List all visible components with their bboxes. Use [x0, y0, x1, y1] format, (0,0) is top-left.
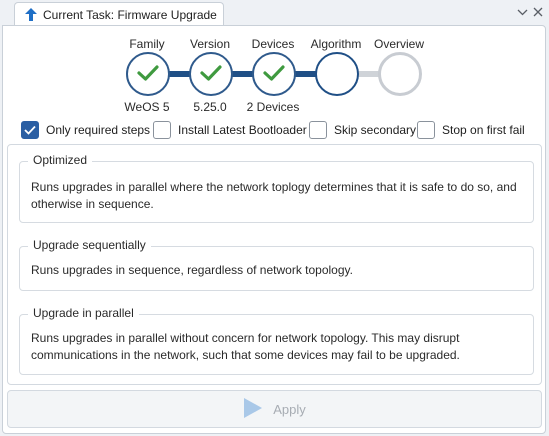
checkbox-label: Only required steps	[46, 123, 151, 137]
option-title: Upgrade in parallel	[28, 306, 139, 320]
checkbox-label: Install Latest Bootloader	[178, 123, 307, 137]
step-devices[interactable]	[252, 52, 296, 96]
option-description: Runs upgrades in parallel where the netw…	[31, 180, 517, 211]
algorithm-options: Optimized Runs upgrades in parallel wher…	[7, 144, 542, 385]
checkbox[interactable]	[21, 121, 39, 139]
check-icon	[137, 64, 159, 85]
checkbox[interactable]	[153, 121, 171, 139]
check-icon	[263, 64, 285, 85]
close-icon[interactable]	[531, 5, 545, 19]
play-icon	[243, 397, 263, 422]
step-connector	[168, 71, 190, 77]
apply-button[interactable]: Apply	[7, 390, 542, 428]
chevron-down-icon[interactable]	[515, 5, 529, 19]
algorithm-option-sequential[interactable]: Upgrade sequentially Runs upgrades in se…	[19, 238, 534, 291]
check-icon	[200, 64, 222, 85]
checkbox-label: Skip secondary	[334, 123, 417, 137]
step-overview-label: Overview	[373, 37, 424, 51]
option-title: Upgrade sequentially	[28, 238, 151, 252]
step-algorithm[interactable]	[315, 52, 359, 96]
step-devices-value: 2 Devices	[246, 100, 300, 114]
option-description: Runs upgrades in parallel without concer…	[31, 331, 460, 362]
checkbox[interactable]	[309, 121, 327, 139]
apply-label: Apply	[273, 401, 306, 417]
checkbox-label: Stop on first fail	[442, 123, 525, 137]
option-description: Runs upgrades in sequence, regardless of…	[31, 263, 353, 277]
option-install-latest-bootloader[interactable]: Install Latest Bootloader	[153, 121, 307, 139]
option-title: Optimized	[28, 153, 93, 167]
algorithm-option-optimized[interactable]: Optimized Runs upgrades in parallel wher…	[19, 153, 534, 223]
option-only-required-steps[interactable]: Only required steps	[21, 121, 150, 139]
step-version[interactable]	[189, 52, 233, 96]
step-connector	[357, 71, 379, 77]
option-skip-secondary[interactable]: Skip secondary	[309, 121, 416, 139]
checkbox[interactable]	[417, 121, 435, 139]
option-stop-on-first-fail[interactable]: Stop on first fail	[417, 121, 525, 139]
task-tab[interactable]: Current Task: Firmware Upgrade	[14, 2, 224, 26]
up-arrow-icon	[23, 7, 39, 23]
step-overview[interactable]	[378, 52, 422, 96]
step-connector	[294, 71, 316, 77]
algorithm-option-parallel[interactable]: Upgrade in parallel Runs upgrades in par…	[19, 306, 534, 375]
step-family[interactable]	[126, 52, 170, 96]
task-tab-title: Current Task: Firmware Upgrade	[43, 7, 217, 22]
step-connector	[231, 71, 253, 77]
